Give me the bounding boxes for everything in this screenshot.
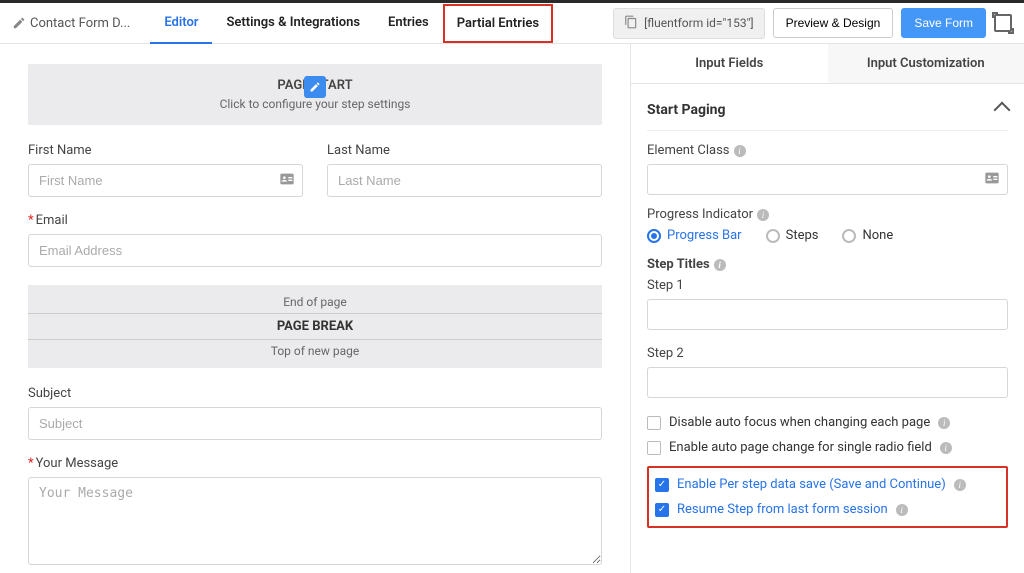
- message-label: *Your Message: [28, 456, 602, 471]
- save-form-button[interactable]: Save Form: [901, 8, 986, 38]
- section-title: Start Paging: [647, 102, 726, 118]
- email-label: *Email: [28, 213, 602, 228]
- checkbox[interactable]: [655, 503, 669, 517]
- info-icon[interactable]: i: [938, 417, 950, 429]
- highlight-save-continue-options: Enable Per step data save (Save and Cont…: [647, 466, 1008, 528]
- tab-editor[interactable]: Editor: [150, 3, 212, 44]
- email-input[interactable]: [28, 234, 602, 267]
- tab-partial-entries[interactable]: Partial Entries: [443, 4, 553, 43]
- subject-label: Subject: [28, 386, 602, 401]
- first-name-input[interactable]: [28, 164, 303, 197]
- check-auto-page-change[interactable]: Enable auto page change for single radio…: [647, 435, 1008, 460]
- message-textarea[interactable]: [28, 477, 602, 565]
- tab-entries[interactable]: Entries: [374, 3, 443, 44]
- copy-icon: [624, 15, 638, 32]
- form-canvas: PAGE START Click to configure your step …: [0, 44, 630, 573]
- page-start-block[interactable]: PAGE START Click to configure your step …: [28, 64, 602, 125]
- info-icon[interactable]: i: [954, 479, 966, 491]
- info-icon[interactable]: i: [734, 145, 746, 157]
- last-name-input[interactable]: [327, 164, 602, 197]
- checkbox[interactable]: [647, 416, 661, 430]
- fullscreen-icon[interactable]: [994, 14, 1012, 32]
- edit-icon[interactable]: [304, 76, 326, 98]
- step1-label: Step 1: [647, 278, 1008, 293]
- step1-input[interactable]: [647, 299, 1008, 330]
- side-tab-input-customization[interactable]: Input Customization: [828, 44, 1024, 83]
- page-break-block[interactable]: End of page PAGE BREAK Top of new page: [28, 285, 602, 368]
- last-name-label: Last Name: [327, 143, 602, 158]
- shortcode-text: [fluentform id="153"]: [644, 16, 753, 30]
- section-start-paging[interactable]: Start Paging: [647, 96, 1008, 131]
- info-icon[interactable]: i: [940, 442, 952, 454]
- side-tab-input-fields[interactable]: Input Fields: [631, 44, 828, 83]
- pencil-icon: [12, 16, 26, 30]
- element-class-input[interactable]: [647, 164, 1008, 195]
- preview-design-button[interactable]: Preview & Design: [773, 8, 894, 38]
- check-disable-autofocus[interactable]: Disable auto focus when changing each pa…: [647, 410, 1008, 435]
- top-of-new-page: Top of new page: [28, 344, 602, 358]
- chevron-up-icon: [994, 102, 1011, 119]
- first-name-label: First Name: [28, 143, 303, 158]
- step2-input[interactable]: [647, 367, 1008, 398]
- shortcode-box[interactable]: [fluentform id="153"]: [613, 8, 764, 39]
- page-break-label: PAGE BREAK: [28, 313, 602, 340]
- end-of-page: End of page: [28, 295, 602, 309]
- contact-card-icon: [984, 170, 1000, 190]
- radio-steps[interactable]: Steps: [766, 228, 819, 243]
- element-class-label: Element Class i: [647, 143, 1008, 158]
- info-icon[interactable]: i: [757, 209, 769, 221]
- checkbox[interactable]: [647, 441, 661, 455]
- subject-input[interactable]: [28, 407, 602, 440]
- info-icon[interactable]: i: [714, 259, 726, 271]
- check-per-step-save[interactable]: Enable Per step data save (Save and Cont…: [655, 472, 1000, 497]
- info-icon[interactable]: i: [896, 504, 908, 516]
- tab-settings[interactable]: Settings & Integrations: [212, 3, 374, 44]
- contact-card-icon: [279, 171, 295, 191]
- radio-none[interactable]: None: [842, 228, 893, 243]
- checkbox[interactable]: [655, 478, 669, 492]
- step2-label: Step 2: [647, 346, 1008, 361]
- check-resume-step[interactable]: Resume Step from last form session i: [655, 497, 1000, 522]
- page-start-sub: Click to configure your step settings: [28, 97, 602, 111]
- step-titles-label: Step Titles i: [647, 257, 1008, 272]
- radio-progress-bar[interactable]: Progress Bar: [647, 228, 742, 243]
- form-title[interactable]: Contact Form D...: [30, 16, 130, 31]
- progress-indicator-label: Progress Indicator i: [647, 207, 1008, 222]
